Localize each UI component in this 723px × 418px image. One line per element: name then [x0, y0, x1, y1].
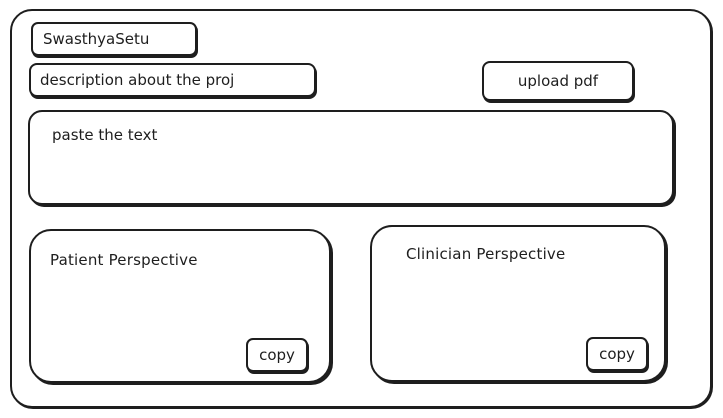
project-description-label: description about the proj: [40, 71, 235, 89]
clinician-perspective-title: Clinician Perspective: [406, 245, 566, 263]
upload-pdf-button[interactable]: upload pdf: [482, 61, 634, 101]
app-title-label: SwasthyaSetu: [43, 30, 150, 48]
patient-perspective-title: Patient Perspective: [50, 251, 198, 269]
clinician-copy-label: copy: [599, 345, 635, 363]
clinician-copy-button[interactable]: copy: [586, 337, 648, 371]
patient-copy-label: copy: [259, 346, 295, 364]
upload-pdf-label: upload pdf: [517, 72, 599, 90]
paste-text-input[interactable]: [28, 110, 674, 205]
project-description-button[interactable]: description about the proj: [29, 63, 316, 97]
clinician-perspective-panel: Clinician Perspective copy: [370, 225, 666, 382]
app-title-button[interactable]: SwasthyaSetu: [31, 22, 197, 56]
patient-copy-button[interactable]: copy: [246, 338, 308, 372]
patient-perspective-panel: Patient Perspective copy: [29, 229, 331, 383]
